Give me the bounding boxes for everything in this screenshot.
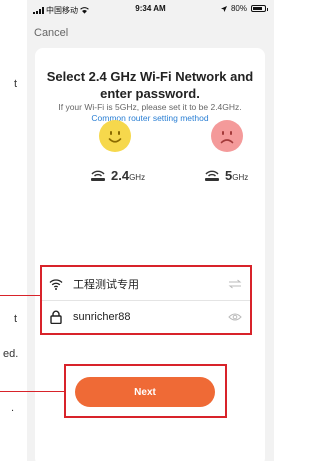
band-5-unit: GHz <box>232 173 249 182</box>
band-5-value: 5 <box>225 168 233 183</box>
eye-icon[interactable] <box>228 312 242 322</box>
side-text-fragment: t <box>14 313 18 325</box>
side-text-fragment: ed. <box>3 348 19 360</box>
wifi-icon <box>49 278 63 290</box>
lock-icon <box>50 310 62 324</box>
wifi-ssid-value: 工程测试专用 <box>73 278 139 291</box>
band-2-4-unit: GHz <box>129 173 146 182</box>
page-title: Select 2.4 GHz Wi-Fi Network and enter p… <box>46 69 254 101</box>
switch-network-icon[interactable] <box>228 279 242 289</box>
status-bar: 中国移动 9:34 AM 80% <box>27 0 274 20</box>
next-button[interactable]: Next <box>75 377 215 407</box>
side-text-fragment: t <box>14 78 18 90</box>
band-2-4-value: 2.4 <box>111 168 130 183</box>
location-icon <box>220 5 227 12</box>
password-value: sunricher88 <box>73 310 131 323</box>
side-text-fragment: . <box>11 402 15 414</box>
next-highlight: Next <box>64 364 227 418</box>
cancel-button[interactable]: Cancel <box>34 27 68 39</box>
credentials-highlight: 工程测试专用 sunricher88 <box>40 265 252 335</box>
band-2-4ghz: 2.4 GHz <box>89 168 145 183</box>
battery-percent: 80% <box>230 4 247 13</box>
status-right: 80% <box>220 4 268 13</box>
band-5ghz: 5 GHz <box>203 168 248 183</box>
hint-message: If your Wi-Fi is 5GHz, please set it to … <box>58 102 242 112</box>
happy-face-icon <box>99 120 131 152</box>
sad-face-icon <box>211 120 243 152</box>
router-icon <box>91 170 105 181</box>
wifi-ssid-field[interactable]: 工程测试专用 <box>42 267 250 301</box>
callout-line-next <box>0 391 64 392</box>
router-icon <box>205 170 219 181</box>
callout-line-credentials <box>0 295 40 296</box>
password-field[interactable]: sunricher88 <box>42 300 250 333</box>
battery-icon <box>251 5 268 12</box>
